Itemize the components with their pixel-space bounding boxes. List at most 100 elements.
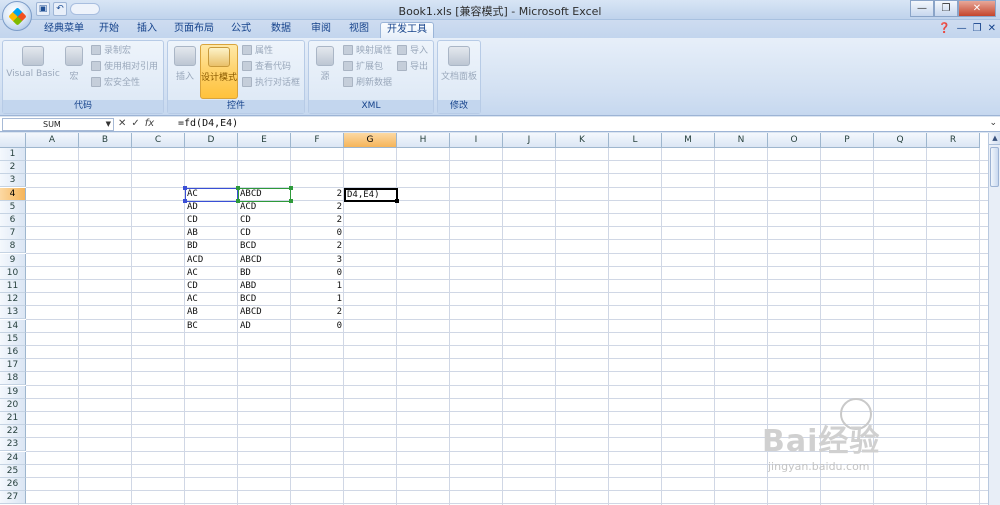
tab-home[interactable]: 开始	[92, 22, 126, 38]
cell-F10[interactable]: 0	[291, 267, 344, 280]
insert-function-icon[interactable]: fx	[145, 118, 154, 130]
row-header[interactable]: 25	[0, 464, 26, 478]
visual-basic-button[interactable]: Visual Basic	[5, 44, 61, 99]
row-header[interactable]: 3	[0, 174, 26, 188]
row-header[interactable]: 13	[0, 306, 26, 320]
cell-E14[interactable]: AD	[238, 320, 291, 333]
tab-view[interactable]: 视图	[342, 22, 376, 38]
xml-source-button[interactable]: 源	[313, 44, 337, 99]
cell-E10[interactable]: BD	[238, 267, 291, 280]
cell-D6[interactable]: CD	[185, 214, 238, 227]
row-header[interactable]: 23	[0, 438, 26, 452]
tab-review[interactable]: 审阅	[304, 22, 338, 38]
row-header[interactable]: 1	[0, 148, 26, 161]
office-button[interactable]	[2, 1, 32, 31]
row-header[interactable]: 16	[0, 346, 26, 359]
row-header[interactable]: 27	[0, 491, 26, 505]
cell-F7[interactable]: 0	[291, 227, 344, 240]
cell-D12[interactable]: AC	[185, 293, 238, 306]
row-header[interactable]: 18	[0, 372, 26, 386]
cell-E11[interactable]: ABD	[238, 280, 291, 293]
cancel-formula-icon[interactable]: ✕	[118, 118, 126, 130]
row-header[interactable]: 24	[0, 451, 26, 465]
column-header[interactable]: M	[662, 133, 715, 148]
cell-F9[interactable]: 3	[291, 254, 344, 267]
row-header[interactable]: 22	[0, 425, 26, 439]
column-header[interactable]: C	[132, 133, 185, 148]
record-macro-button[interactable]: 录制宏	[91, 44, 131, 58]
fill-handle[interactable]	[395, 198, 399, 203]
ref-handle[interactable]	[289, 185, 293, 190]
column-header[interactable]: R	[927, 133, 980, 148]
column-header[interactable]: G	[344, 133, 397, 148]
select-all-corner[interactable]	[0, 133, 26, 148]
column-header[interactable]: H	[397, 133, 450, 148]
column-header[interactable]: E	[238, 133, 291, 148]
row-header[interactable]: 10	[0, 266, 26, 280]
cell-F6[interactable]: 2	[291, 214, 344, 227]
row-header[interactable]: 14	[0, 319, 26, 333]
name-box-dropdown-icon[interactable]: ▼	[106, 119, 111, 130]
ref-handle[interactable]	[236, 185, 240, 190]
column-header[interactable]: J	[503, 133, 556, 148]
scroll-up-icon[interactable]: ▲	[989, 133, 1000, 145]
cell-D14[interactable]: BC	[185, 320, 238, 333]
column-header[interactable]: P	[821, 133, 874, 148]
close-button[interactable]: ✕	[958, 0, 996, 17]
column-header[interactable]: I	[450, 133, 503, 148]
row-header[interactable]: 20	[0, 398, 26, 412]
tab-formulas[interactable]: 公式	[224, 22, 258, 38]
row-header[interactable]: 5	[0, 200, 26, 214]
row-header[interactable]: 12	[0, 293, 26, 307]
cell-E13[interactable]: ABCD	[238, 306, 291, 319]
macro-security-button[interactable]: 宏安全性	[91, 76, 140, 90]
row-header[interactable]: 4	[0, 187, 26, 201]
xml-import-button[interactable]: 导入	[397, 44, 428, 58]
tab-page-layout[interactable]: 页面布局	[168, 22, 220, 38]
ref-handle[interactable]	[236, 198, 240, 203]
cell-F11[interactable]: 1	[291, 280, 344, 293]
ref-handle[interactable]	[289, 198, 293, 203]
tab-classic-menu[interactable]: 经典菜单	[38, 22, 90, 38]
column-header[interactable]: F	[291, 133, 344, 148]
minimize-button[interactable]: —	[910, 0, 934, 17]
properties-button[interactable]: 属性	[242, 44, 273, 58]
enter-formula-icon[interactable]: ✓	[131, 118, 139, 130]
cell-F5[interactable]: 2	[291, 201, 344, 214]
tab-developer[interactable]: 开发工具	[380, 22, 434, 38]
row-header[interactable]: 7	[0, 227, 26, 241]
cell-E9[interactable]: ABCD	[238, 254, 291, 267]
column-header[interactable]: L	[609, 133, 662, 148]
cell-D7[interactable]: AB	[185, 227, 238, 240]
relative-reference-button[interactable]: 使用相对引用	[91, 60, 158, 74]
map-properties-button[interactable]: 映射属性	[343, 44, 392, 58]
column-header[interactable]: D	[185, 133, 238, 148]
column-header[interactable]: N	[715, 133, 768, 148]
name-box[interactable]: SUM ▼	[2, 118, 114, 131]
refresh-data-button[interactable]: 刷新数据	[343, 76, 392, 90]
column-header[interactable]: Q	[874, 133, 927, 148]
column-header[interactable]: O	[768, 133, 821, 148]
cell-D11[interactable]: CD	[185, 280, 238, 293]
cell-E8[interactable]: BCD	[238, 240, 291, 253]
help-icon[interactable]: ❓	[938, 23, 950, 34]
view-code-button[interactable]: 查看代码	[242, 60, 291, 74]
xml-export-button[interactable]: 导出	[397, 60, 428, 74]
row-header[interactable]: 11	[0, 280, 26, 293]
formula-input[interactable]: =fd(D4,E4)	[178, 118, 238, 130]
ref-handle[interactable]	[183, 185, 187, 190]
row-header[interactable]: 26	[0, 478, 26, 491]
row-header[interactable]: 17	[0, 359, 26, 373]
expansion-packs-button[interactable]: 扩展包	[343, 60, 383, 74]
cell-F14[interactable]: 0	[291, 320, 344, 333]
scroll-thumb[interactable]	[990, 147, 999, 187]
cell-F13[interactable]: 2	[291, 306, 344, 319]
row-header[interactable]: 19	[0, 385, 26, 399]
row-header[interactable]: 21	[0, 412, 26, 425]
macro-button[interactable]: 宏	[63, 44, 85, 99]
cell-D9[interactable]: ACD	[185, 254, 238, 267]
cell-F8[interactable]: 2	[291, 240, 344, 253]
design-mode-button[interactable]: 设计模式	[200, 44, 238, 99]
row-header[interactable]: 8	[0, 240, 26, 254]
cell-D10[interactable]: AC	[185, 267, 238, 280]
